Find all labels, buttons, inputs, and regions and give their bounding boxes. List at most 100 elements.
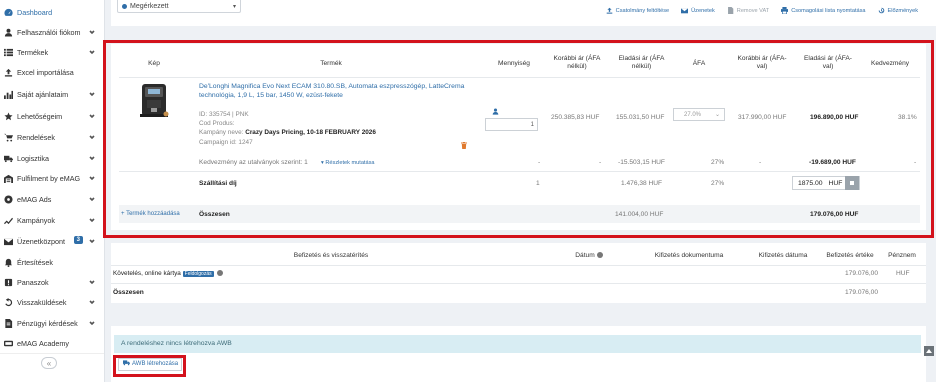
sidebar-item-label: Visszaküldések xyxy=(17,297,67,307)
payment-value: 179.076,00 xyxy=(845,270,879,277)
sidebar-item-academy[interactable]: eMAG Academy xyxy=(0,333,104,353)
user-icon xyxy=(4,28,13,37)
payment-method: Követelés, online kártya xyxy=(113,270,181,277)
column-header-currency: Pénznem xyxy=(888,252,916,259)
bell-icon xyxy=(4,258,13,267)
cart-icon xyxy=(4,133,13,142)
upload-attachment-button[interactable]: Csatolmány feltöltése xyxy=(606,7,669,14)
date-header-label: Dátum xyxy=(575,252,595,259)
sidebar-item-finance[interactable]: Pénzügyi kérdések xyxy=(0,313,104,333)
chevron-down-icon xyxy=(89,90,95,99)
action-label: Csatolmány feltöltése xyxy=(615,7,670,14)
chevron-down-icon xyxy=(89,278,95,287)
print-packing-list-button[interactable]: Csomagolási lista nyomtatása xyxy=(781,7,866,14)
trend-icon xyxy=(4,216,13,225)
document-icon xyxy=(4,318,13,328)
sidebar-item-messages[interactable]: Üzenetközpont 3 xyxy=(0,231,104,251)
action-label: Remove VAT xyxy=(736,7,770,14)
action-label: Üzenetek xyxy=(691,7,715,14)
warning-icon xyxy=(4,278,13,287)
sidebar-item-label: Saját ajánlataim xyxy=(17,89,69,99)
envelope-icon xyxy=(681,7,689,14)
chevron-down-icon xyxy=(89,319,95,328)
sidebar-divider xyxy=(0,353,104,354)
sidebar-item-fulfilment[interactable]: Fulfilment by eMAG xyxy=(0,168,104,188)
sidebar-item-label: Pénzügyi kérdések xyxy=(17,318,78,328)
chevron-down-icon xyxy=(89,112,95,121)
sidebar-item-label: Üzenetközpont xyxy=(17,236,65,246)
sidebar-item-notifications[interactable]: Értesítések xyxy=(0,252,104,272)
payment-currency: HUF xyxy=(896,270,910,277)
chevron-down-icon xyxy=(89,154,95,163)
order-toolbar: Megérkezett ▾ Csatolmány feltöltése Üzen… xyxy=(111,0,936,26)
sidebar-item-label: Dashboard xyxy=(17,7,53,17)
warehouse-icon xyxy=(4,174,13,183)
history-icon xyxy=(878,7,885,14)
chevron-down-icon xyxy=(89,298,95,307)
chart-icon xyxy=(4,90,13,99)
sidebar-item-label: Rendelések xyxy=(17,132,55,142)
sidebar-item-label: eMAG Ads xyxy=(17,194,52,204)
column-header-value: Befizetés értéke xyxy=(826,252,874,259)
action-label: Előzmények xyxy=(887,7,918,14)
column-header-document: Kifizetés dokumentuma xyxy=(654,252,724,259)
order-status-value: Megérkezett xyxy=(130,2,169,10)
scroll-to-top-button[interactable] xyxy=(924,346,934,356)
sidebar-item-opportunities[interactable]: Lehetőségeim xyxy=(0,106,104,126)
sidebar-item-offers[interactable]: Saját ajánlataim xyxy=(0,84,104,104)
chevron-down-icon xyxy=(89,216,95,225)
sidebar-item-label: Kampányok xyxy=(17,215,55,225)
envelope-icon xyxy=(4,237,13,246)
upload-icon xyxy=(4,68,13,77)
awb-info-alert: A rendeléshez nincs létrehozva AWB xyxy=(114,335,921,353)
sidebar-item-excel-import[interactable]: Excel importálása xyxy=(0,62,104,82)
order-status-select[interactable]: Megérkezett ▾ xyxy=(117,0,241,13)
star-icon xyxy=(4,111,13,121)
chevron-down-icon xyxy=(89,237,95,246)
history-button[interactable]: Előzmények xyxy=(878,7,918,14)
ads-icon xyxy=(4,194,13,204)
status-badge: Feldolgozás xyxy=(182,271,214,277)
sidebar-item-label: eMAG Academy xyxy=(17,338,69,348)
payments-panel: Befizetés és visszatérítés Dátum Kifizet… xyxy=(111,243,926,303)
column-header-date: Dátum xyxy=(569,252,609,260)
chevron-down-icon: ▾ xyxy=(232,4,236,10)
chevron-down-icon xyxy=(89,133,95,142)
sidebar-item-returns[interactable]: Visszaküldések xyxy=(0,292,104,312)
remove-vat-button[interactable]: Remove VAT xyxy=(727,7,769,14)
chevron-down-icon xyxy=(89,174,95,183)
sidebar-item-dashboard[interactable]: Dashboard xyxy=(0,2,104,22)
sidebar-item-complaints[interactable]: Panaszok xyxy=(0,272,104,292)
truck-icon xyxy=(4,154,13,163)
sidebar-item-label: Excel importálása xyxy=(17,67,74,77)
header-divider xyxy=(111,265,926,266)
chevron-down-icon xyxy=(89,28,95,37)
sidebar-item-label: Termékek xyxy=(17,47,49,57)
sidebar-item-products[interactable]: Termékek xyxy=(0,42,104,62)
sidebar-item-emag-ads[interactable]: eMAG Ads xyxy=(0,189,104,209)
column-header-payment: Befizetés és visszatérítés xyxy=(293,252,369,259)
upload-icon xyxy=(606,7,613,14)
info-icon[interactable] xyxy=(217,270,224,277)
highlight-frame-products xyxy=(103,40,934,238)
sidebar-item-orders[interactable]: Rendelések xyxy=(0,127,104,147)
toolbar-actions: Csatolmány feltöltése Üzenetek Remove VA… xyxy=(606,7,918,14)
action-label: Csomagolási lista nyomtatása xyxy=(791,7,866,14)
payments-total-value: 179.076,00 xyxy=(845,289,879,296)
sidebar-item-label: Logisztika xyxy=(17,153,49,163)
sidebar-collapse-button[interactable]: « xyxy=(41,357,57,369)
highlight-frame-awb-button xyxy=(113,355,186,377)
printer-icon xyxy=(781,7,789,14)
status-dot-icon xyxy=(122,3,127,9)
info-icon[interactable] xyxy=(596,252,603,259)
chevron-down-icon xyxy=(89,48,95,57)
chevron-down-icon xyxy=(89,195,95,204)
sidebar-item-logistics[interactable]: Logisztika xyxy=(0,148,104,168)
sidebar-item-label: Lehetőségeim xyxy=(17,111,63,121)
sidebar-item-label: Értesítések xyxy=(17,257,53,267)
payments-total-label: Összesen xyxy=(113,289,144,296)
sidebar-item-campaigns[interactable]: Kampányok xyxy=(0,210,104,230)
dashboard-icon xyxy=(4,8,13,17)
messages-button[interactable]: Üzenetek xyxy=(681,7,715,14)
sidebar-item-account[interactable]: Felhasználói fiókom xyxy=(0,22,104,42)
